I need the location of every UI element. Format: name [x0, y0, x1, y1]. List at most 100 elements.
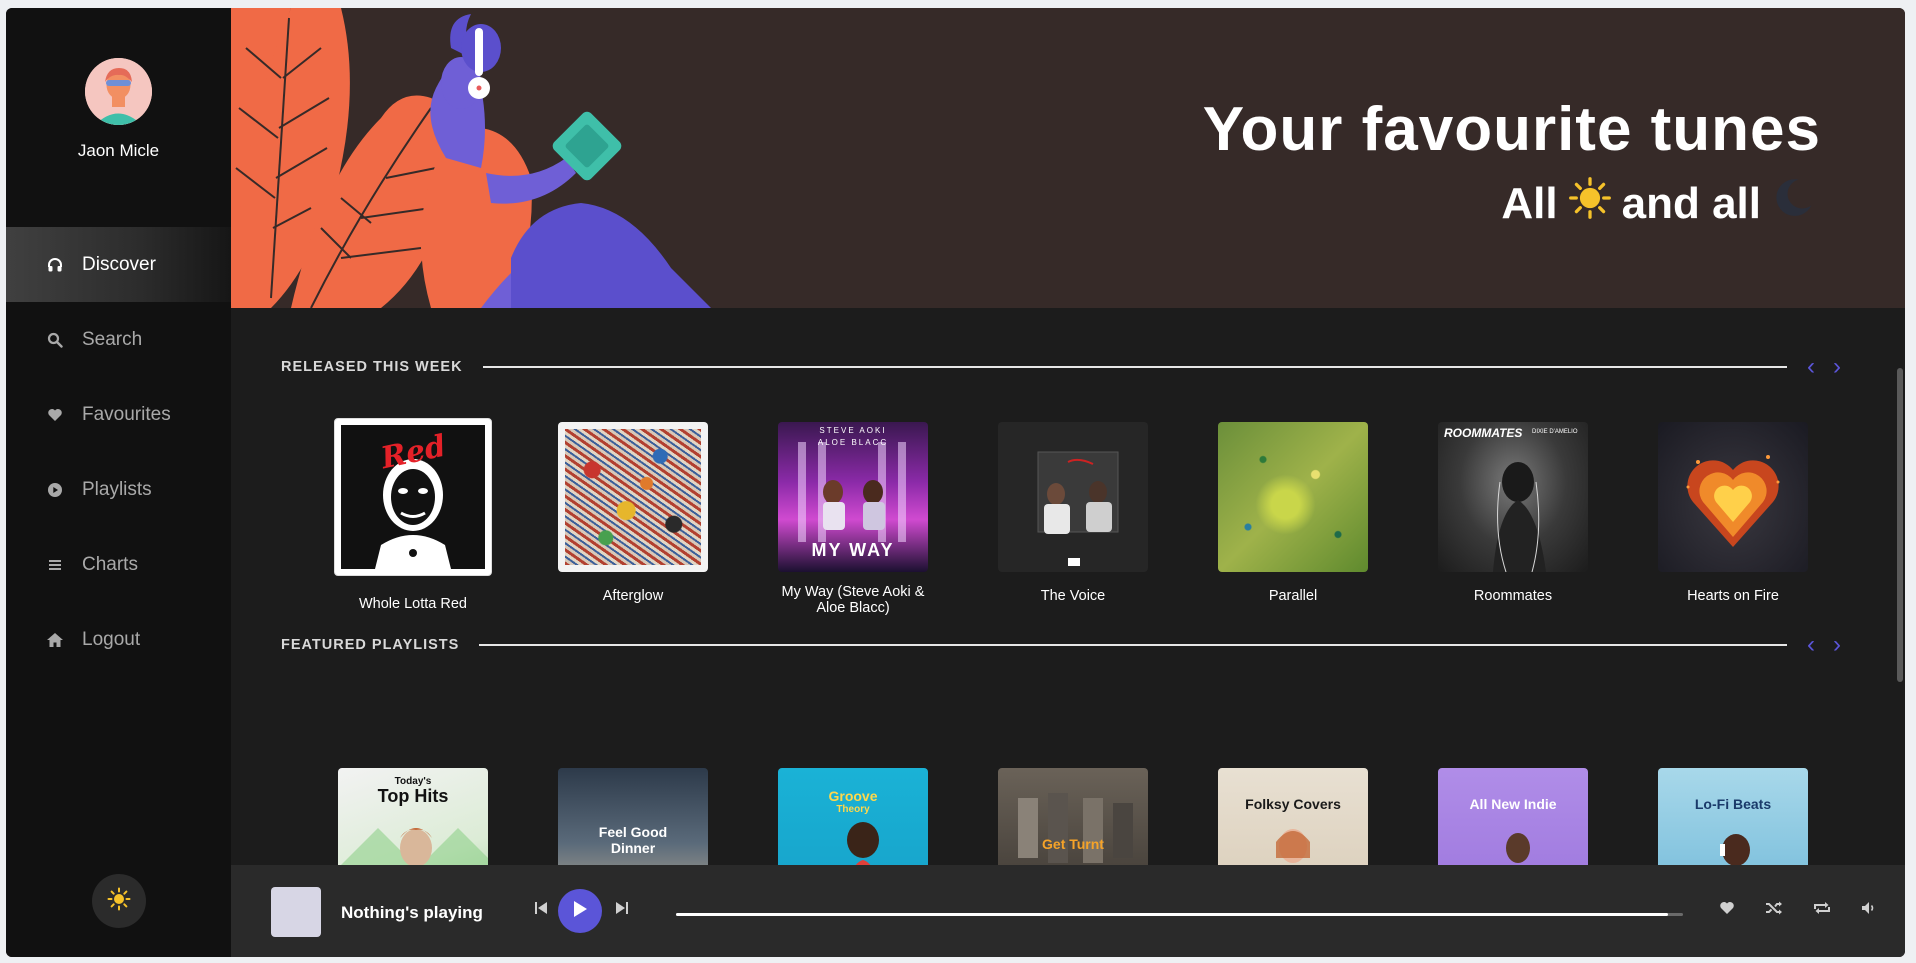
playlist-cover: Folksy Covers: [1218, 768, 1368, 865]
album-cover: [558, 422, 708, 572]
scrollbar[interactable]: [1895, 368, 1905, 865]
playlist-card[interactable]: Groove Theory: [743, 768, 963, 865]
nav-item-logout[interactable]: Logout: [6, 602, 231, 677]
album-card[interactable]: STEVE AOKI ALOE BLACC MY WAY My Way (Ste…: [743, 422, 963, 616]
album-title: Roommates: [1473, 588, 1553, 604]
playlist-cover: All New Indie: [1438, 768, 1588, 865]
album-title: The Voice: [1040, 588, 1106, 604]
hero-banner: Your favourite tunes All and all: [231, 8, 1905, 308]
nav-label: Playlists: [82, 478, 152, 500]
nav-item-favourites[interactable]: Favourites: [6, 377, 231, 452]
playlist-cover: Get Turnt: [998, 768, 1148, 865]
volume-button[interactable]: [1858, 899, 1880, 921]
scrollbar-thumb[interactable]: [1897, 368, 1903, 682]
album-cover-text: MY WAY: [811, 540, 895, 560]
repeat-button[interactable]: [1811, 899, 1833, 921]
shuffle-button[interactable]: [1763, 899, 1785, 921]
moon-icon: [1771, 176, 1815, 231]
now-playing-title: Nothing's playing: [341, 903, 483, 922]
sun-icon: [107, 887, 131, 916]
hero-subtitle-part2: and all: [1621, 178, 1761, 228]
carousel-arrows: ‹ ›: [1807, 355, 1841, 379]
album-card[interactable]: Parallel: [1183, 422, 1403, 616]
chevron-right-icon[interactable]: ›: [1833, 633, 1841, 657]
playlist-card[interactable]: All New Indie: [1403, 768, 1623, 865]
playlist-card[interactable]: Get Turnt: [963, 768, 1183, 865]
playlist-cover-text: Get Turnt: [1042, 836, 1104, 852]
favourite-button[interactable]: [1716, 899, 1738, 921]
now-playing-cover: [271, 887, 321, 937]
progress-fill: [676, 913, 1668, 916]
nav-label: Discover: [82, 253, 156, 275]
play-button[interactable]: [558, 889, 602, 933]
playlist-cover-text: Feel Good Dinner: [598, 824, 668, 856]
album-card[interactable]: ROOMMATES DIXIE D'AMELIO Roommates: [1403, 422, 1623, 616]
section-title: FEATURED PLAYLISTS: [281, 637, 460, 653]
playlist-cover: Lo-Fi Beats: [1658, 768, 1808, 865]
app-window: Jaon Micle Discover Search Favourites Pl…: [6, 8, 1905, 957]
headphones-icon: [46, 256, 64, 274]
album-cover-text: ROOMMATES: [1444, 426, 1523, 440]
album-cover: [1218, 422, 1368, 572]
album-cover: [998, 422, 1148, 572]
search-icon: [46, 331, 64, 349]
sidebar: Jaon Micle Discover Search Favourites Pl…: [6, 8, 231, 957]
section-divider: [479, 644, 1787, 646]
nav-label: Logout: [82, 628, 141, 650]
album-card[interactable]: Red Whole Lotta Red: [303, 418, 523, 616]
album-cover: [1658, 422, 1808, 572]
album-cover-top-text: STEVE AOKI: [819, 426, 887, 435]
progress-bar[interactable]: [676, 913, 1683, 916]
play-circle-icon: [46, 481, 64, 499]
play-icon: [572, 900, 588, 923]
chevron-left-icon[interactable]: ‹: [1807, 355, 1815, 379]
heart-icon: [46, 406, 64, 424]
playlist-card[interactable]: Folksy Covers: [1183, 768, 1403, 865]
nav-label: Favourites: [82, 403, 171, 425]
nav-label: Charts: [82, 553, 138, 575]
section-title: RELEASED THIS WEEK: [281, 359, 463, 375]
playlist-card[interactable]: Lo-Fi Beats: [1623, 768, 1843, 865]
theme-toggle-button[interactable]: [92, 874, 146, 928]
section-header-featured: FEATURED PLAYLISTS ‹ ›: [281, 633, 1841, 657]
playlist-card[interactable]: Feel Good Dinner: [523, 768, 743, 865]
playlist-card[interactable]: Today's Top Hits: [303, 768, 523, 865]
section-divider: [482, 366, 1787, 368]
album-cover: Red: [334, 418, 492, 576]
next-button[interactable]: [612, 895, 632, 925]
album-title: My Way (Steve Aoki & Aloe Blacc): [781, 584, 925, 616]
chevron-right-icon[interactable]: ›: [1833, 355, 1841, 379]
album-title: Whole Lotta Red: [358, 596, 467, 612]
heart-icon: [1719, 900, 1735, 921]
album-title: Hearts on Fire: [1687, 588, 1779, 604]
nav-item-charts[interactable]: Charts: [6, 527, 231, 602]
previous-button[interactable]: [531, 895, 551, 925]
nav-item-search[interactable]: Search: [6, 302, 231, 377]
album-card[interactable]: The Voice: [963, 422, 1183, 616]
shuffle-icon: [1765, 900, 1783, 921]
hero-subtitle: All and all: [1501, 176, 1815, 231]
main-nav: Discover Search Favourites Playlists Cha…: [6, 227, 231, 677]
skip-back-icon: [534, 901, 548, 920]
album-card[interactable]: Afterglow: [523, 422, 743, 616]
hero-title: Your favourite tunes: [1202, 95, 1821, 164]
avatar[interactable]: [85, 58, 152, 125]
playlist-cover: Feel Good Dinner: [558, 768, 708, 865]
carousel-arrows: ‹ ›: [1807, 633, 1841, 657]
album-cover-subtext: DIXIE D'AMELIO: [1532, 429, 1578, 435]
hero-subtitle-part1: All: [1501, 178, 1558, 228]
sun-icon: [1568, 176, 1612, 231]
nav-label: Search: [82, 328, 143, 350]
main-content: RELEASED THIS WEEK ‹ › Red Whole Lotta R…: [231, 308, 1905, 865]
section-header-released: RELEASED THIS WEEK ‹ ›: [281, 355, 1841, 379]
home-icon: [46, 631, 64, 649]
nav-item-playlists[interactable]: Playlists: [6, 452, 231, 527]
playlist-cover: Today's Top Hits: [338, 768, 488, 865]
nav-item-discover[interactable]: Discover: [6, 227, 231, 302]
volume-icon: [1861, 900, 1877, 921]
album-cover: STEVE AOKI ALOE BLACC MY WAY: [778, 422, 928, 572]
featured-cards: Today's Top Hits Feel Good Dinner Groove: [303, 768, 1843, 865]
user-name: Jaon Micle: [77, 141, 160, 160]
chevron-left-icon[interactable]: ‹: [1807, 633, 1815, 657]
album-card[interactable]: Hearts on Fire: [1623, 422, 1843, 616]
